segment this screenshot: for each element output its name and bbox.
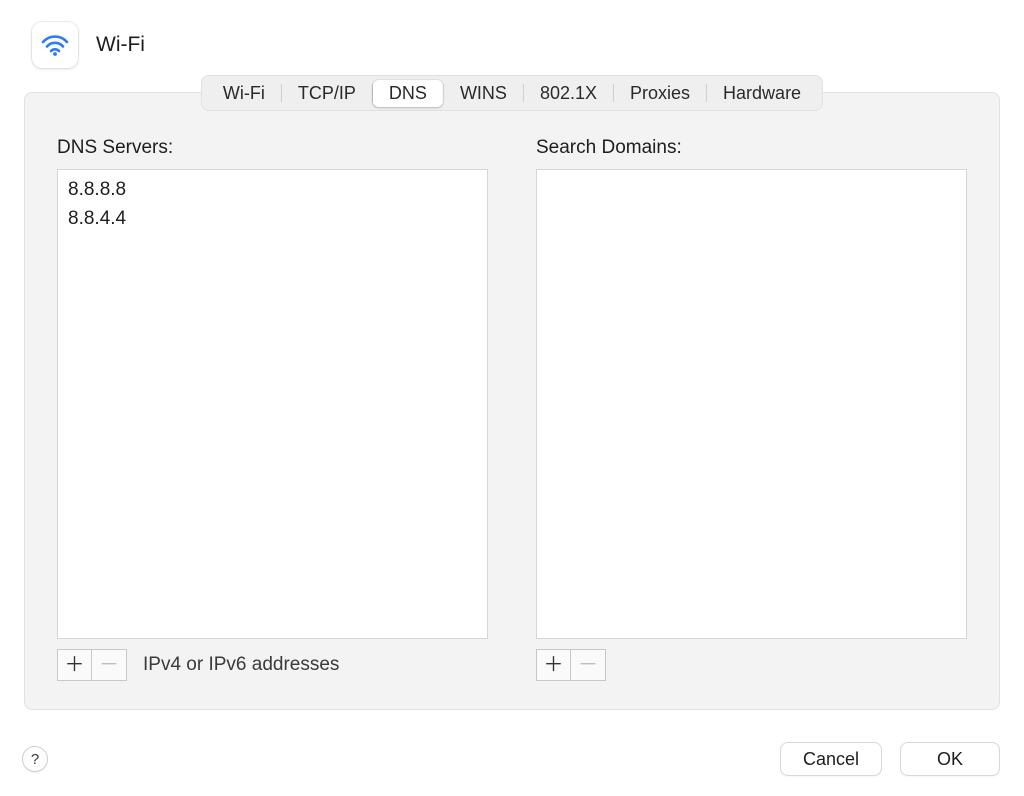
wifi-icon [32, 22, 78, 68]
list-item[interactable]: 8.8.4.4 [68, 205, 477, 234]
dns-servers-list[interactable]: 8.8.8.8 8.8.4.4 [57, 169, 488, 639]
search-domains-label: Search Domains: [536, 137, 967, 159]
dns-servers-controls: ＋ － IPv4 or IPv6 addresses [57, 649, 488, 681]
add-dns-server-button[interactable]: ＋ [58, 650, 92, 680]
columns: DNS Servers: 8.8.8.8 8.8.4.4 ＋ － IPv4 or… [57, 137, 967, 681]
dns-servers-label: DNS Servers: [57, 137, 488, 159]
list-item[interactable]: 8.8.8.8 [68, 176, 477, 205]
preferences-window: Wi-Fi Wi-Fi TCP/IP DNS WINS 802.1X Proxi… [0, 0, 1024, 796]
search-domains-controls: ＋ － [536, 649, 967, 681]
search-domains-column: Search Domains: ＋ － [536, 137, 967, 681]
dns-servers-column: DNS Servers: 8.8.8.8 8.8.4.4 ＋ － IPv4 or… [57, 137, 488, 681]
action-buttons: Cancel OK [780, 742, 1000, 776]
ok-button[interactable]: OK [900, 742, 1000, 776]
tab-tcpip[interactable]: TCP/IP [282, 80, 372, 107]
tabs: Wi-Fi TCP/IP DNS WINS 802.1X Proxies Har… [201, 75, 823, 111]
header: Wi-Fi [24, 22, 1000, 82]
tab-wins[interactable]: WINS [444, 80, 523, 107]
bottom-bar: ? Cancel OK [22, 742, 1000, 776]
search-domains-list[interactable] [536, 169, 967, 639]
add-search-domain-button[interactable]: ＋ [537, 650, 571, 680]
page-title: Wi-Fi [96, 33, 145, 57]
help-button[interactable]: ? [22, 746, 48, 772]
cancel-button[interactable]: Cancel [780, 742, 882, 776]
remove-search-domain-button[interactable]: － [571, 650, 605, 680]
remove-dns-server-button[interactable]: － [92, 650, 126, 680]
content-panel: Wi-Fi TCP/IP DNS WINS 802.1X Proxies Har… [24, 92, 1000, 710]
dns-hint: IPv4 or IPv6 addresses [143, 654, 339, 676]
tab-proxies[interactable]: Proxies [614, 80, 706, 107]
add-remove-group: ＋ － [57, 649, 127, 681]
add-remove-group: ＋ － [536, 649, 606, 681]
tab-hardware[interactable]: Hardware [707, 80, 817, 107]
tab-8021x[interactable]: 802.1X [524, 80, 613, 107]
tab-dns[interactable]: DNS [373, 80, 443, 107]
tab-wifi[interactable]: Wi-Fi [207, 80, 281, 107]
